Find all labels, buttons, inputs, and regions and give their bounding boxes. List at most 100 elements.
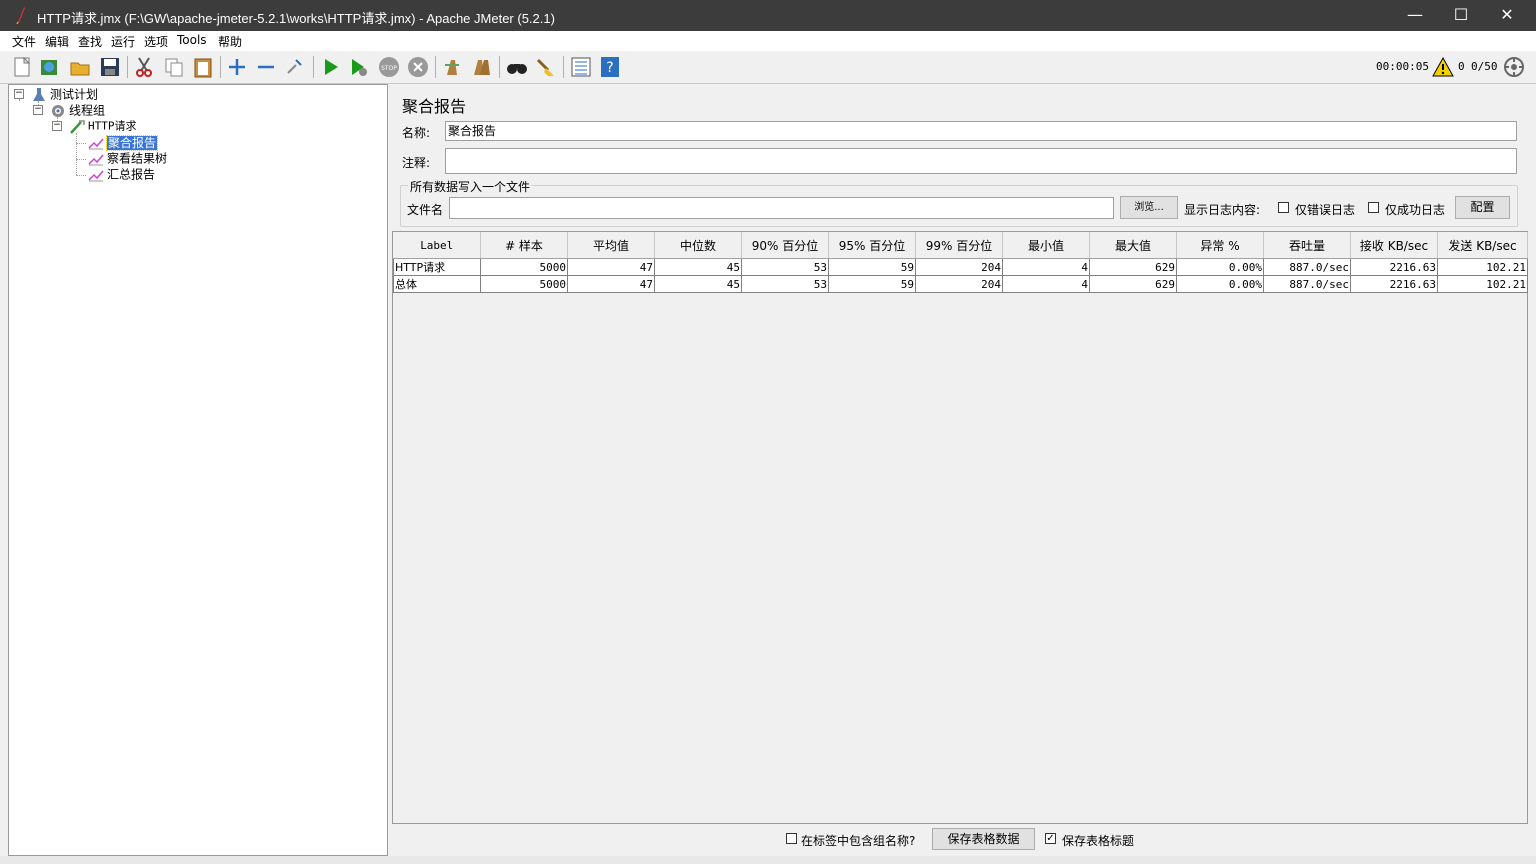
- tree-node-http-request[interactable]: HTTP请求: [69, 118, 137, 134]
- reset-search-icon[interactable]: [534, 56, 556, 78]
- table-cell: 47: [567, 258, 655, 276]
- toggle-icon[interactable]: [284, 56, 306, 78]
- tree-node-aggregate-report[interactable]: 聚合报告: [88, 134, 159, 151]
- toolbar-separator: [435, 56, 436, 78]
- save-table-data-button[interactable]: 保存表格数据: [932, 828, 1035, 850]
- menu-options[interactable]: 选项: [144, 33, 168, 50]
- table-row[interactable]: 总体 5000 47 45 53 59 204 4 629 0.00% 887.…: [393, 275, 1528, 293]
- clear-icon[interactable]: [441, 56, 463, 78]
- column-header-sent[interactable]: 发送 KB/sec: [1437, 232, 1528, 259]
- svg-text:STOP: STOP: [381, 65, 397, 72]
- table-cell: 0.00%: [1176, 275, 1264, 293]
- configure-button[interactable]: 配置: [1455, 196, 1510, 219]
- toolbar-separator: [313, 56, 314, 78]
- tree-node-summary-report[interactable]: 汇总报告: [88, 166, 155, 182]
- window-title: HTTP请求.jmx (F:\GW\apache-jmeter-5.2.1\wo…: [37, 11, 555, 26]
- paste-icon[interactable]: [192, 56, 214, 78]
- table-cell: 629: [1089, 258, 1177, 276]
- panel-title: 聚合报告: [402, 97, 467, 116]
- toolbar-separator: [499, 56, 500, 78]
- table-cell: 4: [1002, 258, 1090, 276]
- column-header-95-percentile[interactable]: 95% 百分位: [828, 232, 916, 259]
- menu-tools[interactable]: Tools: [177, 33, 207, 47]
- column-header-median[interactable]: 中位数: [654, 232, 742, 259]
- templates-icon[interactable]: [39, 56, 61, 78]
- listener-icon: [88, 154, 104, 165]
- start-icon[interactable]: [320, 56, 342, 78]
- table-cell: 0.00%: [1176, 258, 1264, 276]
- menu-edit[interactable]: 编辑: [45, 33, 69, 50]
- tree-node-test-plan[interactable]: 测试计划: [31, 86, 98, 102]
- tree-collapse-toggle[interactable]: −: [52, 121, 62, 131]
- test-plan-tree: − 测试计划 − 线程组 − HTTP请求 聚合报告 察看结果树 汇总报告: [8, 84, 388, 856]
- remote-status-icon[interactable]: [1503, 56, 1525, 78]
- toolbar-separator: [220, 56, 221, 78]
- table-cell: 45: [654, 275, 742, 293]
- listener-icon: [88, 170, 104, 181]
- column-header-error-percent[interactable]: 异常 %: [1176, 232, 1264, 259]
- column-header-label[interactable]: Label: [393, 232, 481, 259]
- maximize-button[interactable]: ☐: [1438, 0, 1484, 31]
- menu-search[interactable]: 查找: [78, 33, 102, 50]
- http-sampler-icon: [70, 119, 85, 134]
- warning-icon[interactable]: [1432, 56, 1454, 78]
- minimize-button[interactable]: —: [1392, 0, 1438, 31]
- table-cell: 5000: [480, 275, 568, 293]
- table-cell: 53: [741, 275, 829, 293]
- column-header-90-percentile[interactable]: 90% 百分位: [741, 232, 829, 259]
- write-to-file-group-label: 所有数据写入一个文件: [408, 178, 533, 195]
- toolbar: STOP ? 00:00:05 0 0/50: [0, 51, 1536, 84]
- comment-label: 注释:: [402, 156, 431, 170]
- clear-all-icon[interactable]: [470, 56, 492, 78]
- search-icon[interactable]: [506, 56, 528, 78]
- table-cell: 59: [828, 275, 916, 293]
- menu-bar: 文件 编辑 查找 运行 选项 Tools 帮助: [0, 31, 1536, 52]
- menu-run[interactable]: 运行: [111, 33, 135, 50]
- menu-help[interactable]: 帮助: [218, 33, 242, 50]
- tree-node-view-results-tree[interactable]: 察看结果树: [88, 150, 167, 166]
- table-header-row: Label # 样本 平均值 中位数 90% 百分位 95% 百分位 99% 百…: [393, 232, 1528, 259]
- table-row[interactable]: HTTP请求 5000 47 45 53 59 204 4 629 0.00% …: [393, 258, 1528, 276]
- stop-icon[interactable]: STOP: [378, 56, 400, 78]
- errors-only-checkbox[interactable]: [1278, 202, 1289, 213]
- include-group-name-checkbox[interactable]: [786, 833, 797, 844]
- function-helper-icon[interactable]: [570, 56, 592, 78]
- help-icon[interactable]: ?: [599, 56, 621, 78]
- comment-field[interactable]: [445, 148, 1517, 174]
- log-content-label: 显示日志内容:: [1184, 203, 1261, 217]
- active-threads: 0/50: [1471, 60, 1498, 73]
- expand-icon[interactable]: [226, 56, 248, 78]
- column-header-99-percentile[interactable]: 99% 百分位: [915, 232, 1003, 259]
- shutdown-icon[interactable]: [407, 56, 429, 78]
- tree-collapse-toggle[interactable]: −: [33, 105, 43, 115]
- column-header-samples[interactable]: # 样本: [480, 232, 568, 259]
- success-only-checkbox[interactable]: [1368, 202, 1379, 213]
- name-field[interactable]: 聚合报告: [445, 121, 1517, 141]
- collapse-icon[interactable]: [255, 56, 277, 78]
- copy-icon[interactable]: [163, 56, 185, 78]
- tree-node-label: HTTP请求: [88, 119, 137, 133]
- browse-button[interactable]: 浏览...: [1120, 196, 1178, 219]
- column-header-average[interactable]: 平均值: [567, 232, 655, 259]
- column-header-received[interactable]: 接收 KB/sec: [1350, 232, 1438, 259]
- listener-icon: [88, 138, 104, 149]
- tree-collapse-toggle[interactable]: −: [14, 89, 24, 99]
- close-button[interactable]: ✕: [1484, 0, 1530, 31]
- filename-field[interactable]: [449, 197, 1114, 219]
- new-icon[interactable]: [11, 56, 33, 78]
- cut-icon[interactable]: [133, 56, 155, 78]
- table-cell: 629: [1089, 275, 1177, 293]
- table-cell: 2216.63: [1350, 275, 1438, 293]
- start-no-pauses-icon[interactable]: [348, 56, 370, 78]
- save-table-header-checkbox[interactable]: ✓: [1045, 833, 1056, 844]
- table-cell: 2216.63: [1350, 258, 1438, 276]
- menu-file[interactable]: 文件: [12, 33, 36, 50]
- include-group-name-label: 在标签中包含组名称?: [801, 834, 916, 848]
- column-header-throughput[interactable]: 吞吐量: [1263, 232, 1351, 259]
- column-header-min[interactable]: 最小值: [1002, 232, 1090, 259]
- column-header-max[interactable]: 最大值: [1089, 232, 1177, 259]
- open-icon[interactable]: [69, 56, 91, 78]
- tree-node-thread-group[interactable]: 线程组: [50, 102, 105, 118]
- tree-line: [76, 133, 77, 175]
- save-icon[interactable]: [99, 56, 121, 78]
